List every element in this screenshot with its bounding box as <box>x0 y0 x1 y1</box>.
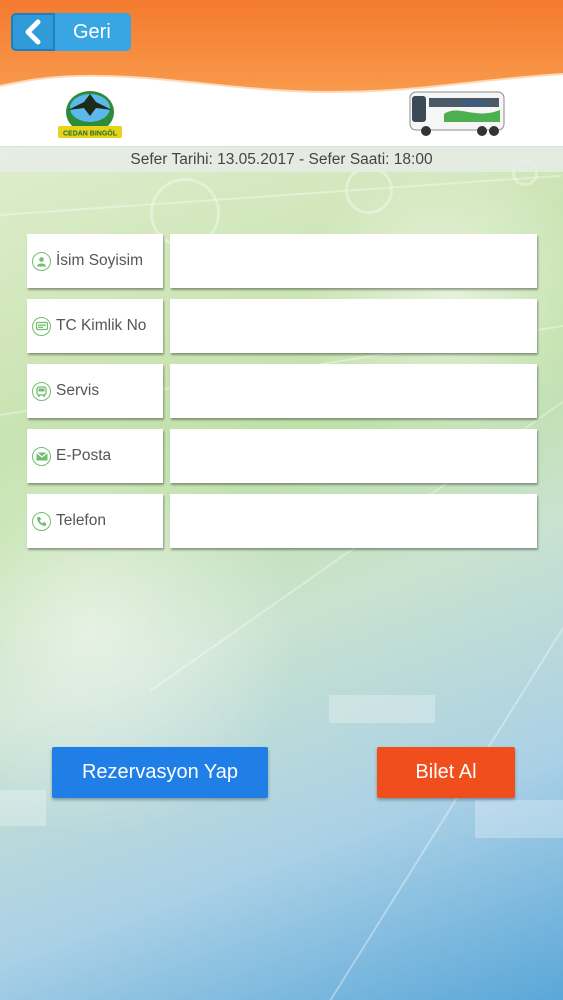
form-row-name: İsim Soyisim <box>27 234 537 288</box>
trip-info-bar: Sefer Tarihi: 13.05.2017 - Sefer Saati: … <box>0 146 563 172</box>
id-card-icon <box>32 316 51 336</box>
back-button[interactable]: Geri <box>11 13 131 51</box>
trip-info-text: Sefer Tarihi: 13.05.2017 - Sefer Saati: … <box>130 150 433 168</box>
form-row-phone: Telefon <box>27 494 537 548</box>
name-label: İsim Soyisim <box>27 234 163 288</box>
person-icon <box>32 251 51 271</box>
passenger-form: İsim Soyisim TC Kimlik No Servis E-Posta <box>27 234 537 559</box>
service-label: Servis <box>27 364 163 418</box>
svg-text:CEDAN BINGÖL: CEDAN BINGÖL <box>63 129 118 138</box>
mail-icon <box>32 446 51 466</box>
name-input[interactable] <box>170 234 537 288</box>
tc-label-text: TC Kimlik No <box>56 317 147 334</box>
tc-input[interactable] <box>170 299 537 353</box>
phone-input[interactable] <box>170 494 537 548</box>
email-label-text: E-Posta <box>56 447 112 464</box>
phone-label: Telefon <box>27 494 163 548</box>
service-label-text: Servis <box>56 382 100 399</box>
bus-image: BINGÖL <box>404 86 506 140</box>
email-input[interactable] <box>170 429 537 483</box>
form-row-service: Servis <box>27 364 537 418</box>
phone-label-text: Telefon <box>56 512 106 529</box>
company-logo: CEDAN BINGÖL <box>54 88 126 140</box>
name-label-text: İsim Soyisim <box>56 252 143 269</box>
buy-ticket-button[interactable]: Bilet Al <box>377 747 515 798</box>
tc-label: TC Kimlik No <box>27 299 163 353</box>
back-label: Geri <box>55 13 131 51</box>
service-input[interactable] <box>170 364 537 418</box>
form-row-email: E-Posta <box>27 429 537 483</box>
phone-icon <box>32 511 51 531</box>
form-row-tc: TC Kimlik No <box>27 299 537 353</box>
bus-icon <box>32 381 51 401</box>
svg-text:BINGÖL: BINGÖL <box>462 100 486 107</box>
email-label: E-Posta <box>27 429 163 483</box>
back-arrow-icon <box>11 13 55 51</box>
reserve-button[interactable]: Rezervasyon Yap <box>52 747 268 798</box>
app-header: Geri CEDAN BINGÖL BINGÖL <box>0 0 563 146</box>
